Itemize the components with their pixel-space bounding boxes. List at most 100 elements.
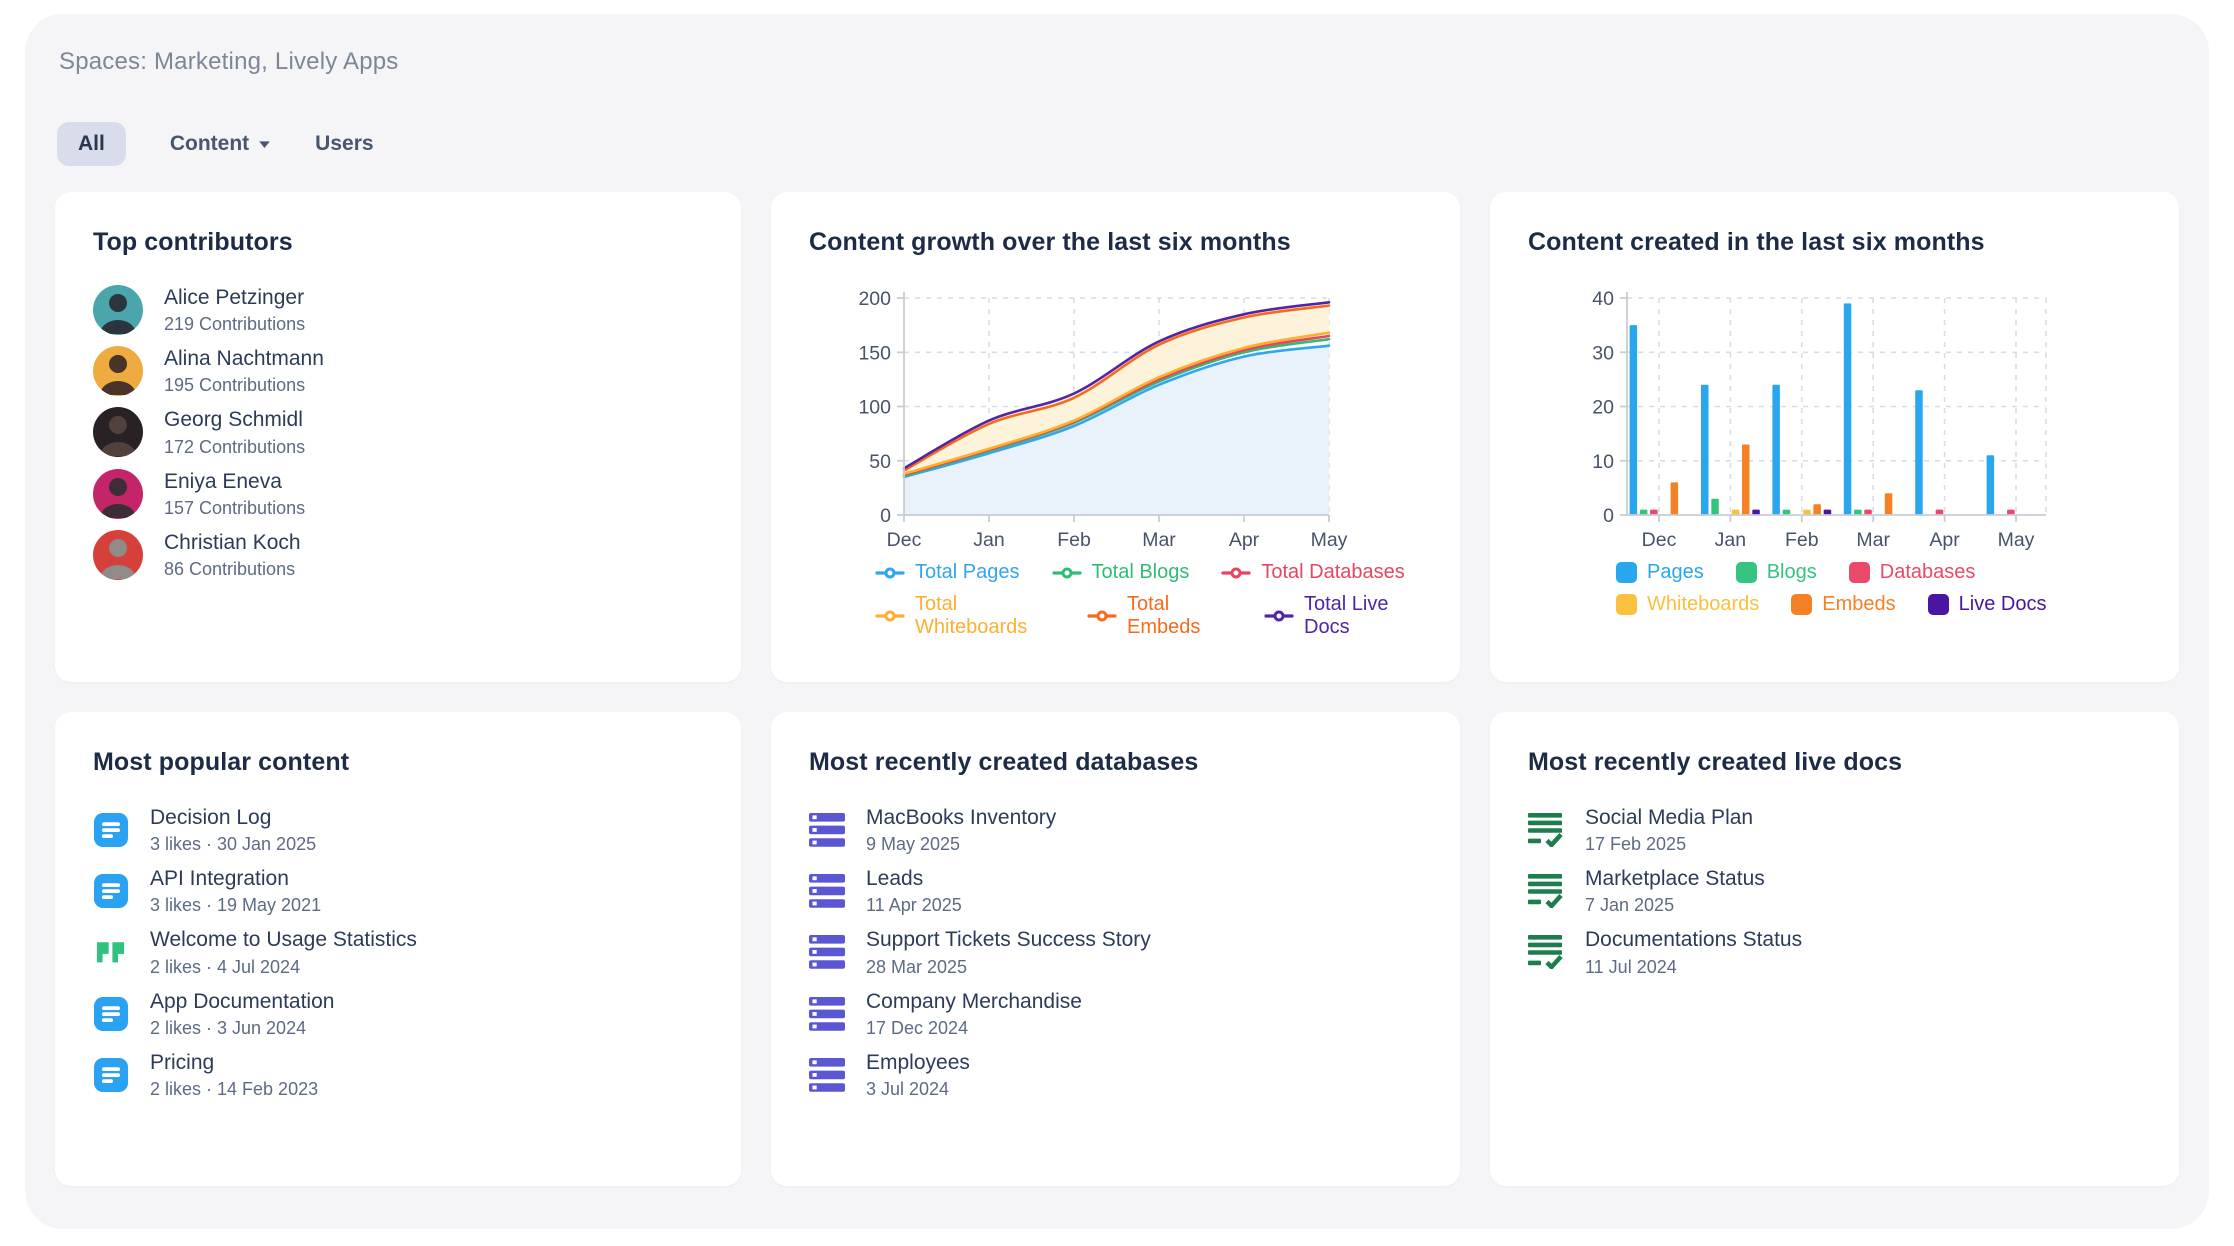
legend-swatch-icon [1616, 562, 1637, 583]
live-doc-row[interactable]: Marketplace Status 7 Jan 2025 [1528, 866, 2141, 916]
database-title: Employees [866, 1050, 970, 1075]
svg-text:10: 10 [1592, 451, 1614, 473]
legend-line-marker-icon [1052, 566, 1082, 580]
contributor-contributions: 172 Contributions [164, 437, 305, 458]
content-title: Welcome to Usage Statistics [150, 927, 417, 952]
svg-text:Mar: Mar [1142, 529, 1176, 551]
database-date: 9 May 2025 [866, 834, 1056, 855]
svg-text:40: 40 [1592, 288, 1614, 310]
database-icon [809, 997, 845, 1031]
database-icon [809, 813, 845, 847]
database-row[interactable]: MacBooks Inventory 9 May 2025 [809, 805, 1422, 855]
legend-line-marker-icon [1264, 609, 1294, 623]
legend-label: Total Whiteboards [915, 593, 1055, 639]
card-top-contributors: Top contributors Alice Petzinger 219 Con… [55, 192, 741, 682]
database-icon [809, 874, 845, 908]
svg-text:200: 200 [858, 288, 891, 310]
tab-users[interactable]: Users [315, 122, 373, 166]
database-row[interactable]: Employees 3 Jul 2024 [809, 1050, 1422, 1100]
database-title: Company Merchandise [866, 989, 1082, 1014]
legend-swatch-icon [1849, 562, 1870, 583]
avatar [93, 530, 143, 580]
svg-text:Jan: Jan [973, 529, 1004, 551]
legend-item[interactable]: Pages [1616, 561, 1704, 584]
contributor-name: Christian Koch [164, 530, 301, 555]
legend-label: Embeds [1822, 593, 1895, 616]
svg-text:Feb: Feb [1057, 529, 1091, 551]
live-doc-icon [1528, 874, 1564, 908]
legend-item[interactable]: Total Embeds [1087, 593, 1232, 639]
legend-item[interactable]: Total Whiteboards [875, 593, 1055, 639]
analytics-page: Spaces: Marketing, Lively Apps All Conte… [0, 0, 2234, 1246]
svg-text:50: 50 [869, 451, 891, 473]
legend-item[interactable]: Databases [1849, 561, 1976, 584]
database-row[interactable]: Leads 11 Apr 2025 [809, 866, 1422, 916]
tab-all[interactable]: All [57, 122, 126, 166]
contributor-name: Alice Petzinger [164, 285, 305, 310]
card-recent-databases: Most recently created databases MacBooks… [771, 712, 1460, 1186]
live-doc-title: Social Media Plan [1585, 805, 1753, 830]
legend-line-marker-icon [875, 566, 905, 580]
card-title: Most popular content [93, 748, 703, 777]
legend-label: Blogs [1767, 561, 1817, 584]
card-recent-live-docs: Most recently created live docs Social M… [1490, 712, 2179, 1186]
svg-text:Mar: Mar [1856, 529, 1890, 551]
live-doc-row[interactable]: Social Media Plan 17 Feb 2025 [1528, 805, 2141, 855]
database-row[interactable]: Company Merchandise 17 Dec 2024 [809, 989, 1422, 1039]
content-meta: 2 likes · 14 Feb 2023 [150, 1079, 318, 1100]
svg-text:Feb: Feb [1785, 529, 1819, 551]
legend-item[interactable]: Embeds [1791, 593, 1895, 616]
svg-text:Apr: Apr [1229, 529, 1260, 551]
tab-users-label: Users [315, 132, 373, 156]
svg-text:Dec: Dec [1642, 529, 1677, 551]
avatar [93, 285, 143, 335]
content-row[interactable]: API Integration 3 likes · 19 May 2021 [93, 866, 703, 916]
live-doc-date: 7 Jan 2025 [1585, 895, 1765, 916]
legend-item[interactable]: Blogs [1736, 561, 1817, 584]
card-title: Content growth over the last six months [809, 228, 1422, 257]
page-icon [94, 1058, 128, 1092]
popular-content-list: Decision Log 3 likes · 30 Jan 2025 API I… [93, 805, 703, 1100]
content-row[interactable]: Welcome to Usage Statistics 2 likes · 4 … [93, 927, 703, 977]
contributor-row[interactable]: Christian Koch 86 Contributions [93, 530, 703, 580]
contributor-contributions: 86 Contributions [164, 559, 301, 580]
content-row[interactable]: App Documentation 2 likes · 3 Jun 2024 [93, 989, 703, 1039]
contributor-row[interactable]: Alice Petzinger 219 Contributions [93, 285, 703, 335]
legend-item[interactable]: Total Blogs [1052, 561, 1190, 584]
content-growth-legend: Total Pages Total Blogs Total Databases Tot… [875, 561, 1422, 639]
database-row[interactable]: Support Tickets Success Story 28 Mar 202… [809, 927, 1422, 977]
legend-item[interactable]: Total Live Docs [1264, 593, 1422, 639]
legend-item[interactable]: Total Pages [875, 561, 1020, 584]
legend-item[interactable]: Whiteboards [1616, 593, 1759, 616]
card-title: Most recently created databases [809, 748, 1422, 777]
svg-text:30: 30 [1592, 342, 1614, 364]
chevron-down-icon [258, 140, 271, 149]
legend-item[interactable]: Total Databases [1221, 561, 1404, 584]
svg-text:0: 0 [1603, 505, 1614, 527]
legend-item[interactable]: Live Docs [1928, 593, 2047, 616]
tab-content[interactable]: Content [170, 122, 271, 166]
database-title: MacBooks Inventory [866, 805, 1056, 830]
live-doc-row[interactable]: Documentations Status 11 Jul 2024 [1528, 927, 2141, 977]
contributor-contributions: 219 Contributions [164, 314, 305, 335]
svg-text:Dec: Dec [887, 529, 922, 551]
contributor-row[interactable]: Georg Schmidl 172 Contributions [93, 407, 703, 457]
dashboard-grid: Top contributors Alice Petzinger 219 Con… [55, 192, 2179, 1186]
contributor-row[interactable]: Alina Nachtmann 195 Contributions [93, 346, 703, 396]
legend-line-marker-icon [875, 609, 905, 623]
content-row[interactable]: Decision Log 3 likes · 30 Jan 2025 [93, 805, 703, 855]
database-date: 17 Dec 2024 [866, 1018, 1082, 1039]
contributor-name: Eniya Eneva [164, 469, 305, 494]
card-most-popular: Most popular content Decision Log 3 like… [55, 712, 741, 1186]
contributor-row[interactable]: Eniya Eneva 157 Contributions [93, 469, 703, 519]
content-title: Decision Log [150, 805, 316, 830]
database-list: MacBooks Inventory 9 May 2025 Leads 11 A… [809, 805, 1422, 1100]
svg-text:Jan: Jan [1715, 529, 1746, 551]
live-doc-icon [1528, 813, 1564, 847]
content-row[interactable]: Pricing 2 likes · 14 Feb 2023 [93, 1050, 703, 1100]
legend-row: Pages Blogs Databases [1616, 561, 2141, 584]
legend-line-marker-icon [1087, 609, 1117, 623]
card-content-created: Content created in the last six months 0… [1490, 192, 2179, 682]
content-meta: 2 likes · 3 Jun 2024 [150, 1018, 334, 1039]
content-title: Pricing [150, 1050, 318, 1075]
